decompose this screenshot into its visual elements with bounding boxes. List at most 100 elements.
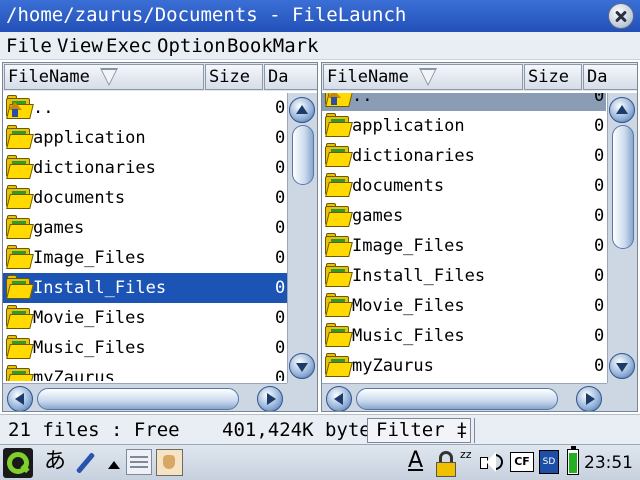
- input-method-indicator[interactable]: あ: [44, 449, 66, 475]
- file-date: 0!: [275, 308, 287, 328]
- menu-file[interactable]: File: [6, 34, 52, 58]
- filter-button[interactable]: Filter ‡: [367, 418, 471, 443]
- lock-icon[interactable]: [436, 451, 456, 477]
- sort-arrow-icon: [99, 68, 118, 86]
- folder-front: [6, 194, 34, 209]
- menu-bar: File View Exec Option BookMark: [0, 32, 640, 60]
- file-date: 0!: [275, 128, 287, 148]
- file-date: 0!: [594, 146, 606, 166]
- file-row[interactable]: dictionaries 0!: [3, 153, 287, 183]
- file-row[interactable]: myZaurus 0!: [322, 351, 606, 381]
- down-arrow-icon: [296, 363, 308, 372]
- file-name: ..: [33, 98, 54, 118]
- folder-front: [325, 152, 353, 167]
- file-row[interactable]: application 0!: [3, 123, 287, 153]
- folder-icon: [325, 323, 353, 347]
- column-filename[interactable]: FileName: [4, 64, 204, 90]
- file-row[interactable]: application 0!: [322, 111, 606, 141]
- file-row[interactable]: Movie_Files 0!: [3, 303, 287, 333]
- parent-dir-icon: [325, 93, 353, 107]
- hand-app-icon[interactable]: [156, 449, 183, 476]
- menu-exec[interactable]: Exec: [106, 34, 152, 58]
- scroll-right-button[interactable]: [257, 386, 283, 411]
- file-row[interactable]: games 0!: [322, 201, 606, 231]
- file-row[interactable]: Install_Files 0!: [322, 261, 606, 291]
- scroll-up-button[interactable]: [609, 97, 635, 123]
- pen-input-icon[interactable]: [74, 451, 96, 473]
- vertical-scrollbar[interactable]: [287, 93, 317, 383]
- file-row[interactable]: documents 0!: [322, 171, 606, 201]
- file-date: 0!: [594, 266, 606, 286]
- column-size[interactable]: Size: [524, 64, 582, 90]
- file-name: documents: [33, 188, 126, 208]
- file-date: 0!: [594, 116, 606, 136]
- column-size-label: Size: [209, 67, 250, 87]
- column-size[interactable]: Size: [205, 64, 263, 90]
- horizontal-scrollbar[interactable]: [3, 383, 287, 411]
- cf-card-icon[interactable]: CF: [510, 452, 534, 472]
- clock[interactable]: 23:51: [584, 453, 633, 473]
- file-row[interactable]: Image_Files 0!: [3, 243, 287, 273]
- folder-icon: [6, 125, 34, 149]
- column-header: FileName Size Da: [322, 63, 637, 91]
- file-row[interactable]: Install_Files 0!: [3, 273, 287, 303]
- folder-front: [325, 302, 353, 317]
- file-row[interactable]: .. 0: [322, 93, 606, 111]
- scroll-left-button[interactable]: [326, 386, 352, 411]
- folder-front: [325, 272, 353, 287]
- file-name: Music_Files: [352, 326, 465, 346]
- document-app-icon[interactable]: [126, 449, 152, 475]
- file-date: 0!: [275, 248, 287, 268]
- left-file-pane: FileName Size Da ..0!application0!dictio…: [2, 62, 318, 412]
- column-filename[interactable]: FileName: [323, 64, 523, 90]
- column-date[interactable]: Da: [264, 64, 317, 90]
- file-row[interactable]: Music_Files 0!: [322, 321, 606, 351]
- file-row[interactable]: dictionaries 0!: [322, 141, 606, 171]
- close-icon[interactable]: [608, 3, 634, 29]
- volume-icon[interactable]: [478, 450, 504, 474]
- column-date[interactable]: Da: [583, 64, 637, 90]
- scroll-left-button[interactable]: [7, 386, 33, 411]
- scroll-down-button[interactable]: [289, 353, 315, 379]
- folder-front: [325, 242, 353, 257]
- menu-option[interactable]: Option: [157, 34, 226, 58]
- q-menu-icon[interactable]: [3, 448, 33, 478]
- column-filename-label: FileName: [8, 67, 90, 87]
- scroll-up-button[interactable]: [289, 97, 315, 123]
- file-row[interactable]: games 0!: [3, 213, 287, 243]
- scroll-right-button[interactable]: [576, 386, 602, 411]
- scroll-down-button[interactable]: [609, 353, 635, 379]
- menu-view[interactable]: View: [57, 34, 103, 58]
- file-name: myZaurus: [33, 368, 115, 381]
- file-date: 0!: [594, 176, 606, 196]
- sd-card-icon[interactable]: SD: [539, 450, 559, 474]
- file-row[interactable]: Movie_Files 0!: [322, 291, 606, 321]
- tray-expand-icon[interactable]: [108, 461, 120, 469]
- file-list: ..0!application0!dictionaries0!documents…: [3, 93, 287, 381]
- folder-icon: [6, 155, 34, 179]
- taskbar: あ A zz CF SD 23:51: [0, 444, 640, 480]
- file-name: games: [352, 206, 404, 226]
- file-date: 0!: [275, 98, 287, 118]
- volume-waves: [495, 454, 503, 470]
- file-row[interactable]: Music_Files 0!: [3, 333, 287, 363]
- file-row[interactable]: .. 0!: [3, 93, 287, 123]
- vertical-scrollbar[interactable]: [607, 93, 637, 383]
- h-scroll-thumb[interactable]: [356, 388, 558, 410]
- status-bar: 21 files : Free 401,424K bytes Filter ‡: [0, 414, 640, 444]
- scroll-thumb[interactable]: [292, 125, 314, 185]
- menu-bookmark[interactable]: BookMark: [227, 34, 319, 58]
- keyboard-indicator[interactable]: A: [408, 449, 423, 473]
- folder-front: [6, 164, 34, 179]
- folder-icon: [325, 233, 353, 257]
- file-row[interactable]: documents 0!: [3, 183, 287, 213]
- file-row[interactable]: Image_Files 0!: [322, 231, 606, 261]
- battery-icon[interactable]: [567, 446, 579, 475]
- folder-icon: [6, 275, 34, 299]
- scroll-thumb[interactable]: [612, 125, 634, 249]
- up-arrow-icon: [8, 102, 22, 117]
- h-scroll-thumb[interactable]: [37, 388, 239, 410]
- horizontal-scrollbar[interactable]: [322, 383, 607, 411]
- folder-front: [325, 362, 353, 377]
- file-row[interactable]: myZaurus 0!: [3, 363, 287, 381]
